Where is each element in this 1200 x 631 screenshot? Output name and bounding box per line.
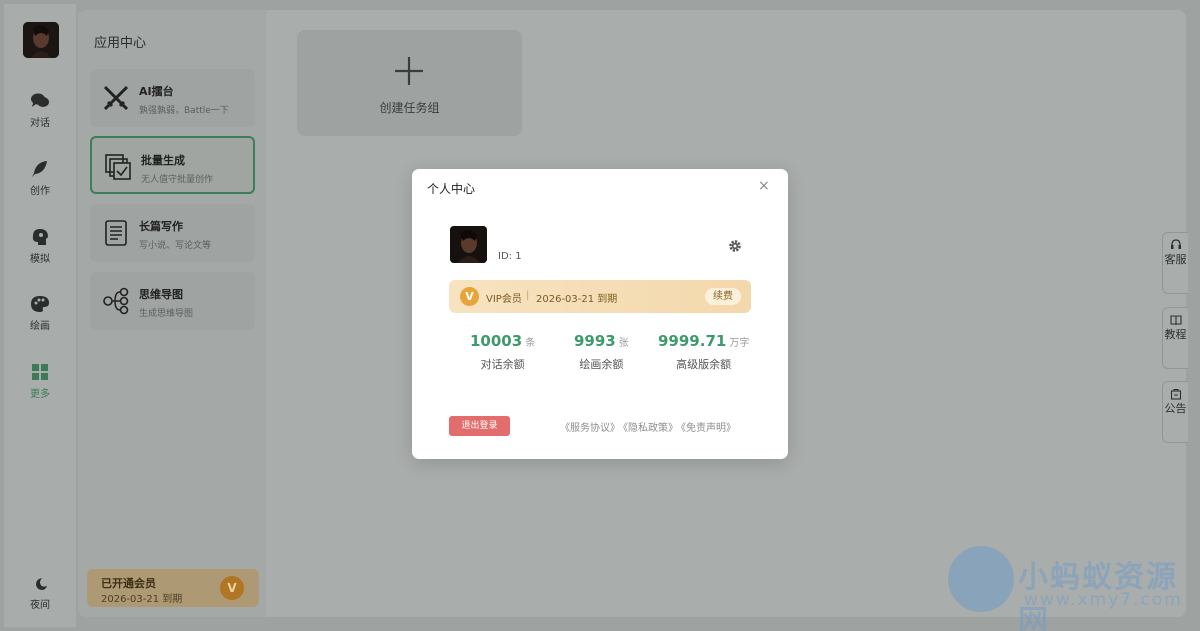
vip-status-expiry: 2026-03-21 到期: [101, 594, 183, 605]
night-mode-toggle[interactable]: 夜间: [4, 576, 76, 611]
rail-item-paint[interactable]: 绘画: [4, 295, 76, 332]
stat-advanced-balance: 9999.71 万字 高级版余额: [658, 331, 749, 372]
app-center-title: 应用中心: [94, 36, 147, 51]
rail-label: 绘画: [30, 321, 50, 332]
rail-item-create[interactable]: 创作: [4, 160, 76, 197]
stat-paint-balance: 9993 张 绘画余额: [574, 331, 629, 372]
vip-icon: V: [460, 287, 479, 306]
app-card-title: 思维导图: [139, 288, 183, 301]
watermark-logo: [948, 546, 1014, 612]
batch-icon: [105, 154, 131, 180]
side-tab-label: 公告: [1164, 402, 1187, 415]
personal-center-modal: 个人中心 × ID: 1 V VIP会员 | 2026-03-21 到期 续费 …: [412, 169, 788, 459]
vip-label: VIP会员: [486, 294, 522, 305]
watermark-url: www.xmy7.com: [1024, 590, 1183, 610]
create-task-group-button[interactable]: 创建任务组: [297, 30, 522, 136]
app-card-long-writing[interactable]: 长篇写作 写小说、写论文等: [90, 204, 255, 262]
stat-chat-balance: 10003 条 对话余额: [470, 331, 535, 372]
night-label: 夜间: [30, 600, 50, 611]
stat-value: 9993: [574, 332, 616, 350]
app-card-title: 批量生成: [141, 154, 185, 167]
vip-expiry: 2026-03-21 到期: [536, 294, 618, 305]
link-disclaimer[interactable]: 《免责声明》: [681, 423, 736, 434]
stat-unit: 万字: [729, 338, 750, 349]
rail-item-chat[interactable]: 对话: [4, 92, 76, 129]
vip-status-title: 已开通会员: [101, 577, 156, 590]
stat-value: 10003: [470, 332, 523, 350]
link-service-agreement[interactable]: 《服务协议》: [560, 423, 620, 434]
stat-unit: 张: [618, 338, 629, 349]
feather-icon: [32, 161, 47, 177]
side-tab-notice[interactable]: 公告: [1162, 381, 1188, 443]
document-icon: [105, 220, 127, 246]
plus-icon: [395, 57, 423, 85]
chat-icon: [31, 93, 49, 107]
app-card-ai-arena[interactable]: AI擂台 孰强孰弱，Battle一下: [90, 69, 255, 127]
side-tab-label: 客服: [1164, 253, 1187, 266]
side-tab-label: 教程: [1164, 328, 1187, 341]
app-card-subtitle: 生成思维导图: [139, 309, 194, 319]
app-card-subtitle: 无人值守批量创作: [141, 175, 214, 185]
rail-label: 更多: [30, 389, 50, 400]
watermark: 小蚂蚁资源网 www.xmy7.com: [948, 546, 1198, 631]
rail-label: 对话: [30, 118, 50, 129]
rail-item-more[interactable]: 更多: [4, 363, 76, 400]
modal-title: 个人中心: [427, 182, 476, 196]
app-card-subtitle: 写小说、写论文等: [139, 241, 212, 251]
rail-label: 模拟: [30, 254, 50, 265]
vip-separator: |: [526, 290, 530, 301]
gear-icon[interactable]: [728, 239, 742, 253]
user-id: ID: 1: [498, 251, 522, 262]
headset-icon: [1170, 239, 1181, 249]
vip-badge-icon: V: [220, 576, 244, 600]
stat-unit: 条: [525, 338, 536, 349]
moon-icon: [36, 578, 47, 590]
avatar[interactable]: [23, 22, 59, 58]
app-card-title: AI擂台: [139, 85, 174, 98]
close-icon[interactable]: ×: [758, 178, 770, 194]
grid-icon: [32, 364, 48, 380]
notice-icon: [1170, 388, 1181, 400]
app-card-mindmap[interactable]: 思维导图 生成思维导图: [90, 272, 255, 330]
mindmap-icon: [103, 287, 129, 315]
renew-button[interactable]: 续费: [705, 288, 741, 305]
app-card-subtitle: 孰强孰弱，Battle一下: [139, 106, 229, 116]
create-task-group-label: 创建任务组: [379, 101, 440, 115]
app-card-batch[interactable]: 批量生成 无人值守批量创作: [90, 136, 255, 194]
rail-item-simulate[interactable]: 模拟: [4, 228, 76, 265]
side-tab-tutorial[interactable]: 教程: [1162, 307, 1188, 369]
stat-value: 9999.71: [658, 332, 727, 350]
vip-membership-bar: V VIP会员 | 2026-03-21 到期 续费: [449, 280, 751, 313]
stat-caption: 高级版余额: [676, 358, 732, 371]
vip-status-bar[interactable]: 已开通会员 2026-03-21 到期 V: [87, 569, 259, 607]
user-avatar[interactable]: [450, 226, 487, 263]
stat-caption: 绘画余额: [579, 358, 624, 371]
palette-icon: [31, 296, 49, 312]
swords-icon: [103, 85, 129, 111]
head-icon: [32, 229, 48, 245]
side-tab-support[interactable]: 客服: [1162, 232, 1188, 294]
book-icon: [1169, 315, 1182, 326]
rail-label: 创作: [30, 186, 50, 197]
logout-button[interactable]: 退出登录: [449, 416, 510, 436]
stat-caption: 对话余额: [480, 358, 525, 371]
link-privacy-policy[interactable]: 《隐私政策》: [623, 423, 678, 434]
left-rail: 对话 创作 模拟 绘画 更多 夜间: [4, 4, 76, 627]
app-card-title: 长篇写作: [139, 220, 183, 233]
policy-links: 《服务协议》 《隐私政策》 《免责声明》: [557, 419, 736, 434]
